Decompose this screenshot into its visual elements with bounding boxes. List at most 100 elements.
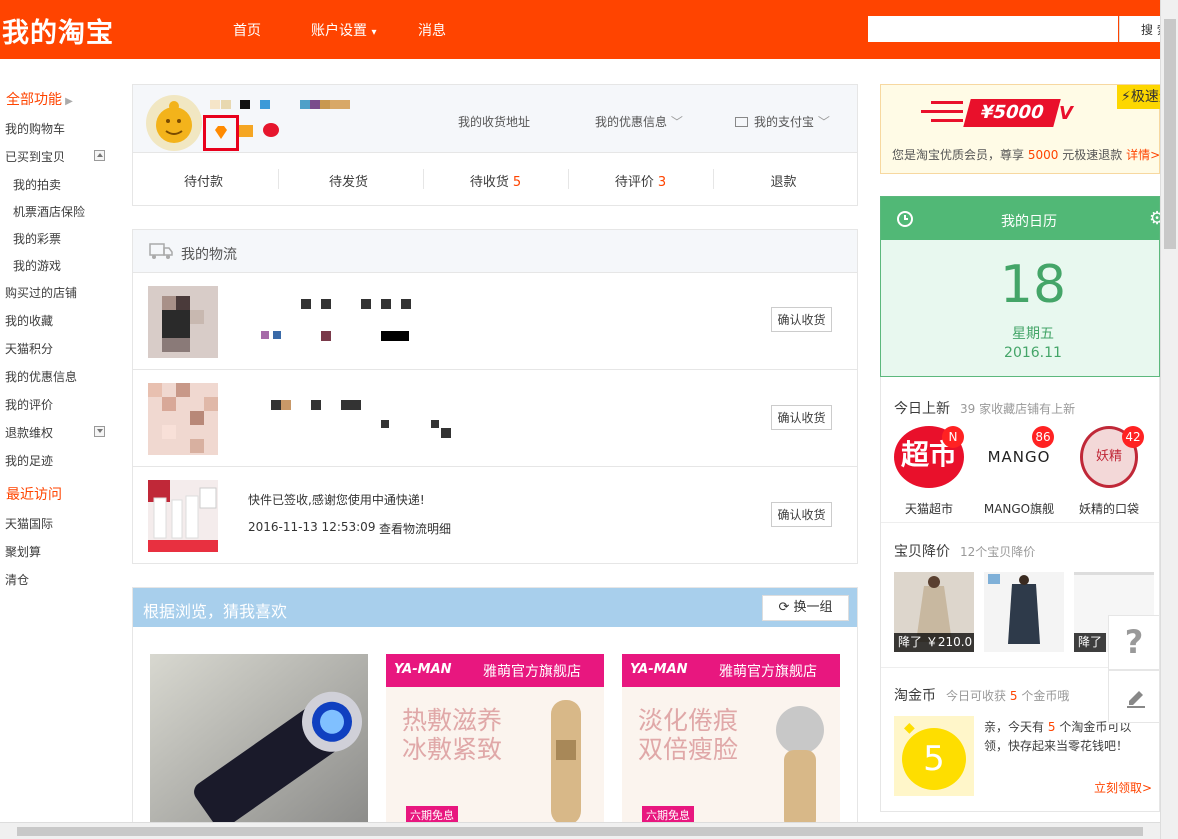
recommendations-panel: 根据浏览，猜我喜欢 ⟳ 换一组 YA-MAN 雅萌官方旗舰店 热敷滋养冰敷紧致 … — [132, 587, 858, 834]
shop-item[interactable]: MANGO 86 MANGO旗舰 — [984, 426, 1054, 516]
refresh-icon: ⟳ — [778, 600, 790, 615]
alipay-link[interactable]: 我的支付宝 ﹀ — [735, 113, 830, 130]
refresh-button[interactable]: ⟳ 换一组 — [762, 595, 849, 621]
clock-icon — [897, 211, 913, 227]
sidebar-item-bought[interactable]: 已买到宝贝 — [5, 148, 65, 165]
price-drop-item[interactable] — [984, 572, 1064, 652]
shop-name: MANGO旗舰 — [983, 502, 1055, 516]
product-thumbnail[interactable] — [148, 286, 218, 358]
sidebar-item-coupons[interactable]: 我的优惠信息 — [5, 368, 77, 385]
sidebar-item-lottery[interactable]: 我的彩票 — [13, 230, 61, 247]
vip-diamond-icon[interactable] — [203, 115, 239, 151]
sidebar-item-juhuasuan[interactable]: 聚划算 — [5, 543, 41, 560]
sidebar-item-cart[interactable]: 我的购物车 — [5, 120, 65, 137]
device-image — [776, 706, 824, 830]
price-drop-sub: 12个宝贝降价 — [960, 545, 1036, 559]
sidebar-item-footprint[interactable]: 我的足迹 — [5, 452, 53, 469]
divider — [881, 522, 1159, 523]
scrollbar-thumb[interactable] — [1164, 19, 1176, 249]
sidebar-item-shops[interactable]: 购买过的店铺 — [5, 284, 77, 301]
profile-header: 我的收货地址 我的优惠信息 ﹀ 我的支付宝 ﹀ — [133, 85, 857, 153]
speed-lines-icon — [921, 101, 963, 122]
weibo-icon[interactable] — [263, 123, 279, 137]
expand-icon[interactable] — [94, 426, 105, 437]
calendar-day: 18 — [999, 255, 1067, 315]
vertical-scrollbar[interactable] — [1160, 0, 1178, 839]
product-thumbnail[interactable] — [148, 480, 218, 552]
taobao-logo[interactable]: 我的淘宝 — [2, 11, 114, 50]
view-logistics-link[interactable]: 查看物流明细 — [379, 520, 451, 537]
confirm-receipt-button[interactable]: 确认收货 — [771, 307, 832, 332]
calendar-weekday: 星期五 — [1012, 326, 1054, 342]
confirm-receipt-button[interactable]: 确认收货 — [771, 405, 832, 430]
calendar-header: 我的日历 ⚙ — [881, 197, 1165, 240]
address-link[interactable]: 我的收货地址 — [458, 113, 530, 130]
price-drop-title[interactable]: 宝贝降价 — [894, 541, 950, 561]
coins-sub: 今日可收获 5 个金币哦 — [946, 687, 1069, 704]
sidebar-item-auction[interactable]: 我的拍卖 — [13, 176, 61, 193]
sidebar-all-functions[interactable]: 全部功能 ▶ — [6, 89, 73, 109]
sidebar-item-tmall-intl[interactable]: 天猫国际 — [5, 515, 53, 532]
order-status-bar: 待付款 待发货 待收货 5 待评价 3 退款 — [133, 153, 857, 206]
pencil-icon — [1127, 691, 1145, 708]
refund-note-pre: 您是淘宝优质会员，尊享 — [892, 148, 1025, 162]
scrollbar-thumb[interactable] — [17, 827, 1143, 836]
sidebar-item-tickets[interactable]: 机票酒店保险 — [13, 203, 85, 220]
sidebar-all-functions-label: 全部功能 — [6, 92, 62, 108]
product-thumbnail[interactable] — [148, 383, 218, 455]
help-button[interactable]: ? — [1108, 615, 1160, 670]
claim-coins-link[interactable]: 立刻领取> — [1094, 779, 1152, 796]
shop-name: 天猫超市 — [904, 502, 953, 516]
sidebar-item-tmall-points[interactable]: 天猫积分 — [5, 340, 53, 357]
nav-account-label: 账户设置 — [311, 23, 367, 39]
avatar[interactable] — [146, 95, 202, 151]
order-status-to-review[interactable]: 待评价 3 — [568, 171, 713, 190]
confirm-receipt-button[interactable]: 确认收货 — [771, 502, 832, 527]
search-button[interactable]: 搜 索 — [1119, 16, 1160, 42]
coins-msg-num: 5 — [1047, 720, 1056, 734]
store-banner: YA-MAN 雅萌官方旗舰店 — [622, 654, 840, 687]
logistics-row: 确认收货 — [133, 370, 857, 467]
product-card[interactable]: YA-MAN 雅萌官方旗舰店 热敷滋养冰敷紧致 六期免息 — [386, 654, 604, 834]
sidebar-item-games[interactable]: 我的游戏 — [13, 257, 61, 274]
chevron-right-icon: ▶ — [62, 96, 73, 107]
price-drop-item[interactable]: 降了 ￥210.0 — [894, 572, 974, 652]
coins-msg-pre: 亲，今天有 — [984, 720, 1045, 734]
product-image — [148, 480, 218, 552]
feedback-button[interactable] — [1108, 670, 1160, 723]
diamond-icon — [215, 126, 227, 139]
order-status-unshipped[interactable]: 待发货 — [278, 171, 423, 190]
shop-name: 妖精的口袋 — [1078, 502, 1139, 516]
sidebar-item-favorites[interactable]: 我的收藏 — [5, 312, 53, 329]
coins-title[interactable]: 淘金币 — [894, 685, 936, 705]
search-input[interactable] — [868, 16, 1118, 42]
fast-refund-card[interactable]: ¥5000 V ⚡极速退款 您是淘宝优质会员，尊享 5000 元极速退款 详情> — [880, 84, 1161, 174]
nav-messages[interactable]: 消息 — [418, 20, 446, 40]
shop-item[interactable]: 妖精 42 妖精的口袋 — [1074, 426, 1144, 516]
store-name: 雅萌官方旗舰店 — [483, 664, 581, 680]
order-status-to-receive[interactable]: 待收货 5 — [423, 171, 568, 190]
logistics-row: 确认收货 — [133, 273, 857, 370]
coin-image[interactable]: ◆ 5 — [894, 716, 974, 796]
new-arrivals-title[interactable]: 今日上新 — [894, 398, 950, 418]
product-card[interactable]: YA-MAN 雅萌官方旗舰店 淡化倦痕双倍瘦脸 六期免息 — [622, 654, 840, 834]
nav-account-settings[interactable]: 账户设置 ▾ — [311, 20, 376, 40]
fast-refund-label: 极速退款 — [1130, 89, 1161, 105]
coins-message: 亲，今天有 5 个淘金币可以领，快存起来当零花钱吧！ — [984, 718, 1154, 756]
refund-detail-link[interactable]: 详情> — [1126, 148, 1160, 162]
collapse-icon[interactable] — [94, 150, 105, 161]
alipay-link-label: 我的支付宝 — [754, 115, 815, 129]
order-status-refund[interactable]: 退款 — [713, 171, 858, 190]
coins-sub-num: 5 — [1009, 689, 1018, 703]
discount-link[interactable]: 我的优惠信息 ﹀ — [595, 113, 683, 130]
order-status-unpaid[interactable]: 待付款 — [133, 171, 278, 190]
chevron-down-icon: ▾ — [371, 27, 377, 38]
sidebar-item-refund[interactable]: 退款维权 — [5, 424, 53, 441]
nav-home[interactable]: 首页 — [233, 20, 261, 40]
shop-item[interactable]: 超市 N 天猫超市 — [894, 426, 964, 516]
sidebar-item-clearance[interactable]: 清仓 — [5, 571, 29, 588]
sidebar-item-reviews[interactable]: 我的评价 — [5, 396, 53, 413]
product-card[interactable] — [150, 654, 368, 834]
horizontal-scrollbar[interactable] — [0, 822, 1160, 839]
logistics-header: 我的物流 — [133, 230, 857, 273]
